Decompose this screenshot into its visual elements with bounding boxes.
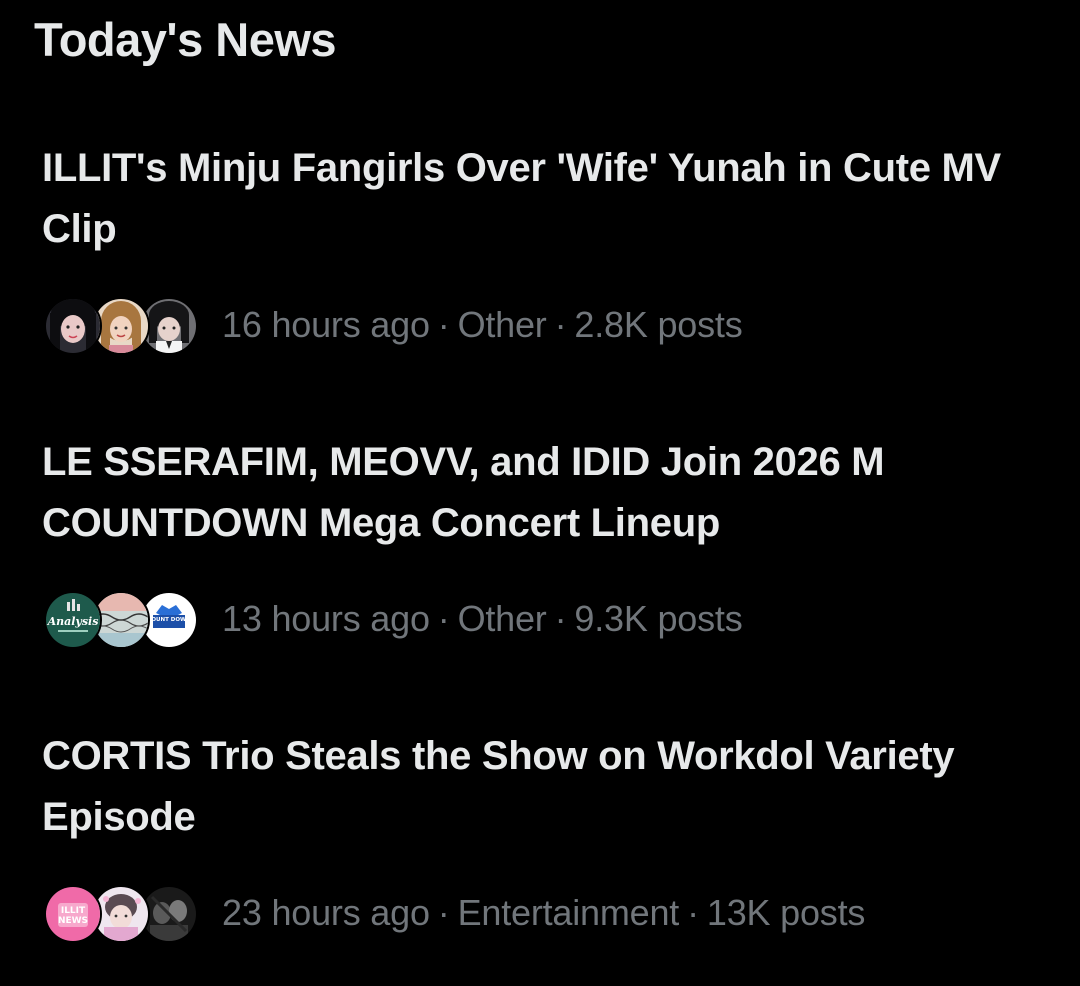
news-post-count: 9.3K posts	[574, 598, 743, 639]
news-item-3[interactable]: CORTIS Trio Steals the Show on Workdol V…	[42, 726, 1042, 944]
countdown-logo-label: COUNT DOWN	[147, 617, 191, 623]
news-category: Other	[457, 304, 547, 345]
news-category: Other	[457, 598, 547, 639]
meta-separator: ·	[437, 304, 450, 345]
person-photo-icon	[94, 299, 148, 353]
illit-logo-label: ILLIT	[61, 906, 86, 916]
avatar-stack: ILLIT NEWS	[44, 885, 204, 943]
news-headline[interactable]: ILLIT's Minju Fangirls Over 'Wife' Yunah…	[42, 138, 1027, 260]
illit-logo-label: NEWS	[58, 916, 88, 926]
news-post-count: 2.8K posts	[574, 304, 743, 345]
abstract-wave-icon	[94, 593, 148, 647]
avatar	[44, 297, 102, 355]
news-time: 16 hours ago	[222, 304, 430, 345]
avatar: ILLIT NEWS	[44, 885, 102, 943]
person-photo-icon	[46, 299, 100, 353]
meta-separator: ·	[554, 304, 567, 345]
news-item-1[interactable]: ILLIT's Minju Fangirls Over 'Wife' Yunah…	[42, 138, 1042, 356]
news-item-2[interactable]: LE SSERAFIM, MEOVV, and IDID Join 2026 M…	[42, 432, 1042, 650]
news-category: Entertainment	[457, 892, 680, 933]
person-photo-icon	[142, 887, 196, 941]
news-post-count: 13K posts	[706, 892, 866, 933]
news-meta: Analysis COUNT DOWN 13 hours ago · Other…	[42, 590, 1042, 650]
analysis-logo-label: Analysis	[47, 615, 99, 628]
meta-separator: ·	[437, 892, 450, 933]
news-time: 23 hours ago	[222, 892, 430, 933]
news-time: 13 hours ago	[222, 598, 430, 639]
avatar-stack: Analysis COUNT DOWN	[44, 591, 204, 649]
avatar-stack	[44, 297, 204, 355]
meta-separator: ·	[687, 892, 699, 933]
news-headline[interactable]: CORTIS Trio Steals the Show on Workdol V…	[42, 726, 1027, 848]
news-meta-text: 16 hours ago · Other · 2.8K posts	[222, 304, 743, 346]
news-meta: 16 hours ago · Other · 2.8K posts	[42, 296, 1042, 356]
analysis-logo-icon: Analysis	[46, 593, 100, 647]
meta-separator: ·	[437, 598, 450, 639]
news-meta: ILLIT NEWS 23 hours ago · Entertainment …	[42, 884, 1042, 944]
page-title: Today's News	[34, 13, 337, 66]
illit-news-logo-icon: ILLIT NEWS	[46, 887, 100, 941]
news-meta-text: 13 hours ago · Other · 9.3K posts	[222, 598, 743, 640]
news-meta-text: 23 hours ago · Entertainment · 13K posts	[222, 892, 865, 934]
countdown-logo-icon: COUNT DOWN	[142, 593, 196, 647]
avatar: Analysis	[44, 591, 102, 649]
person-photo-icon	[94, 887, 148, 941]
meta-separator: ·	[554, 598, 567, 639]
news-headline[interactable]: LE SSERAFIM, MEOVV, and IDID Join 2026 M…	[42, 432, 1027, 554]
person-photo-icon	[142, 299, 196, 353]
